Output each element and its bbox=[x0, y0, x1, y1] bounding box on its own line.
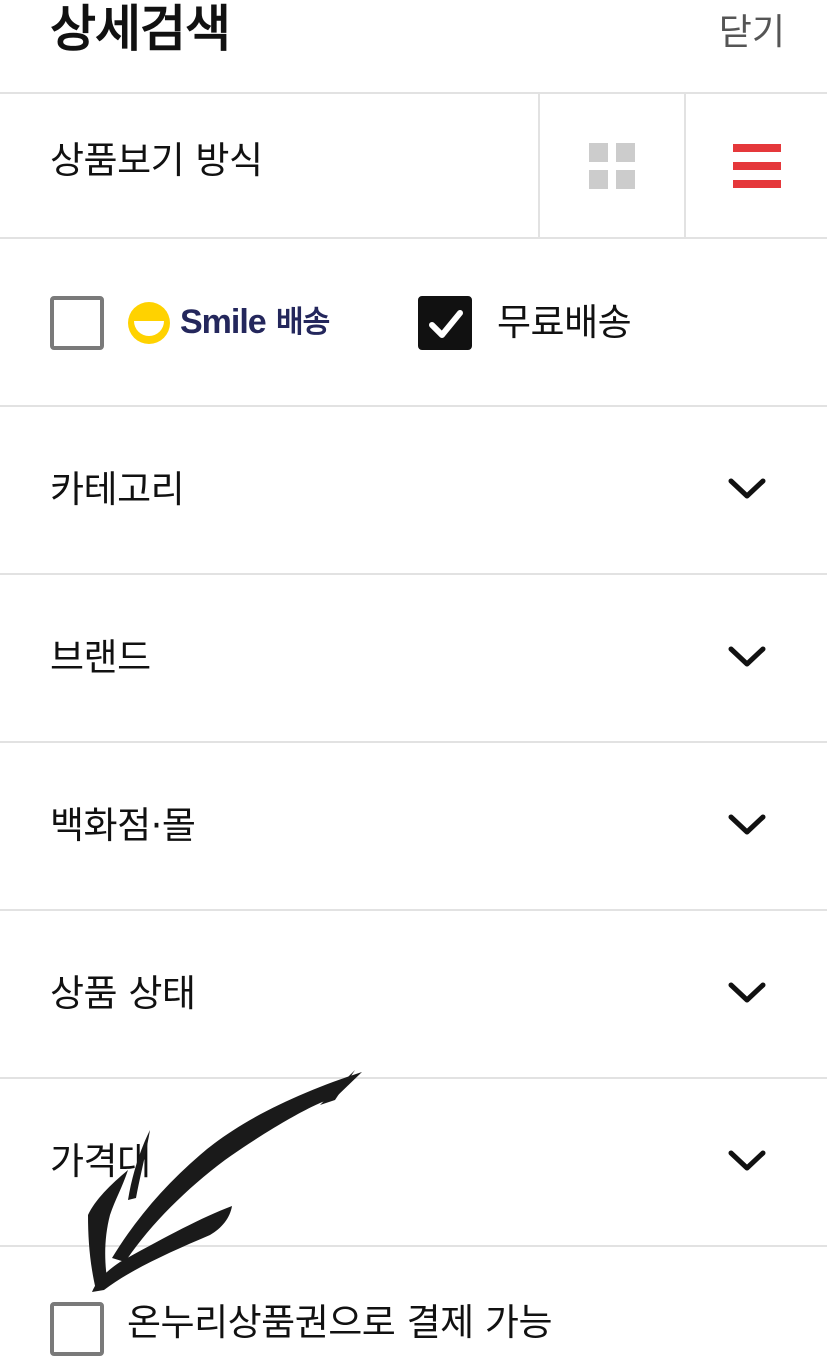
header: 상세검색 닫기 bbox=[0, 0, 827, 94]
check-icon bbox=[429, 310, 463, 338]
view-mode-label: 상품보기 방식 bbox=[50, 139, 263, 182]
accordion-category[interactable]: 카테고리 bbox=[0, 407, 827, 575]
free-shipping-checkbox[interactable] bbox=[418, 296, 472, 350]
onnuri-checkbox[interactable] bbox=[50, 1302, 104, 1356]
chevron-down-icon bbox=[728, 814, 766, 835]
delivery-filter-row: Smile 배송 무료배송 bbox=[0, 239, 827, 407]
accordion-label: 브랜드 bbox=[50, 636, 151, 679]
close-button[interactable]: 닫기 bbox=[719, 8, 785, 58]
grid-icon bbox=[588, 142, 635, 189]
chevron-down-icon bbox=[728, 982, 766, 1003]
free-shipping-label: 무료배송 bbox=[497, 301, 632, 344]
accordion-label: 카테고리 bbox=[50, 468, 185, 511]
list-icon bbox=[732, 143, 781, 188]
smile-icon bbox=[128, 302, 170, 344]
smile-delivery-suffix: 배송 bbox=[276, 305, 330, 340]
accordion-label: 상품 상태 bbox=[50, 972, 196, 1015]
onnuri-filter-row: 온누리상품권으로 결제 가능 bbox=[0, 1247, 827, 1365]
accordion-price-range[interactable]: 가격대 bbox=[0, 1079, 827, 1247]
chevron-down-icon bbox=[728, 1150, 766, 1171]
chevron-down-icon bbox=[728, 478, 766, 499]
accordion-label: 가격대 bbox=[50, 1140, 151, 1183]
smile-delivery-logo: Smile bbox=[180, 303, 267, 341]
list-view-button[interactable] bbox=[684, 94, 827, 237]
accordion-label: 백화점·몰 bbox=[50, 804, 196, 847]
smile-delivery-checkbox[interactable] bbox=[50, 296, 104, 350]
accordion-brand[interactable]: 브랜드 bbox=[0, 575, 827, 743]
view-mode-row: 상품보기 방식 bbox=[0, 94, 827, 239]
chevron-down-icon bbox=[728, 646, 766, 667]
grid-view-button[interactable] bbox=[538, 94, 683, 237]
page-title: 상세검색 bbox=[50, 0, 231, 58]
onnuri-label: 온누리상품권으로 결제 가능 bbox=[127, 1301, 553, 1344]
accordion-product-condition[interactable]: 상품 상태 bbox=[0, 911, 827, 1079]
accordion-department-store[interactable]: 백화점·몰 bbox=[0, 743, 827, 911]
